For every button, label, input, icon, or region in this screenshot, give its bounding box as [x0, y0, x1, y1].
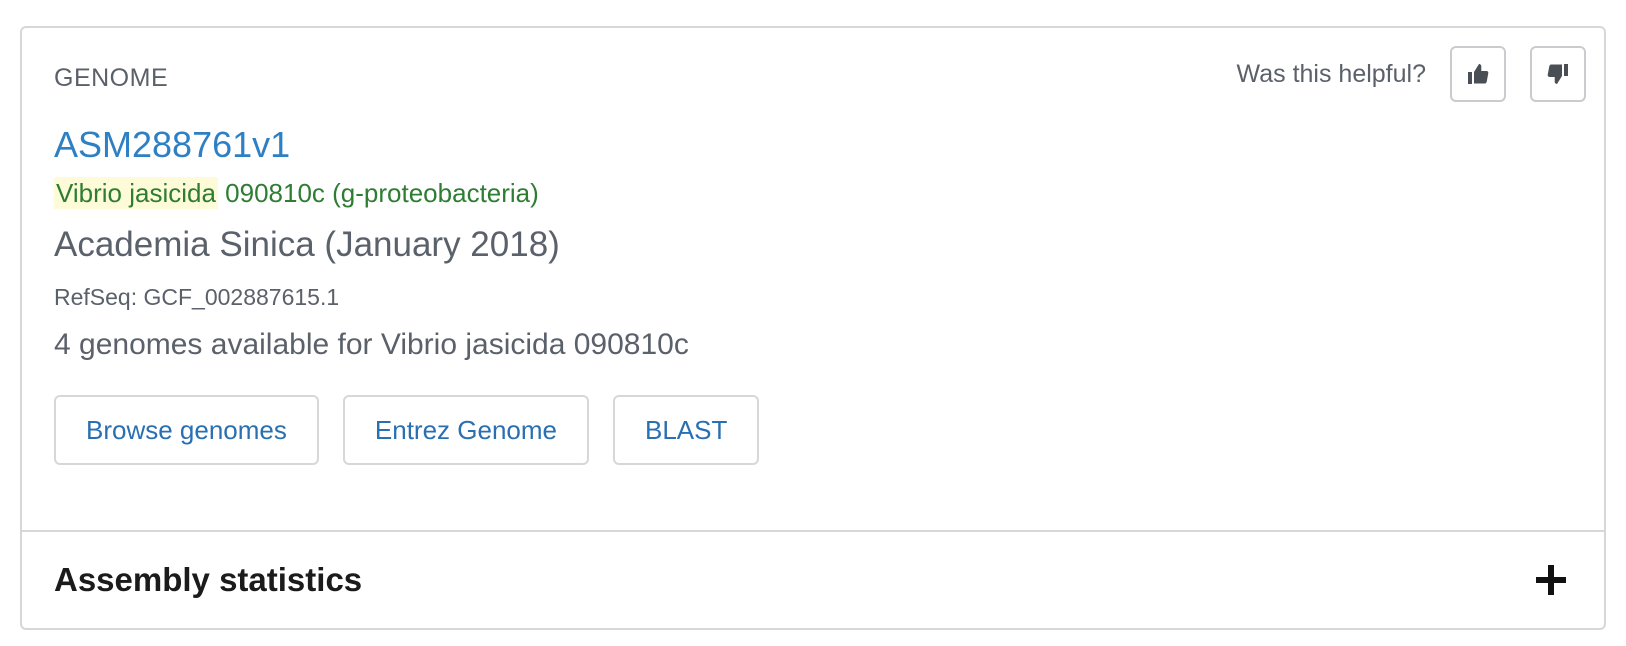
submitter-date: Academia Sinica (January 2018) — [54, 225, 560, 264]
genome-card: GENOME Was this helpful? ASM288761v1 Vib… — [20, 26, 1606, 630]
assembly-name-link[interactable]: ASM288761v1 — [54, 124, 290, 166]
feedback-question: Was this helpful? — [1236, 59, 1426, 88]
thumbs-up-icon — [1468, 64, 1489, 84]
assembly-statistics-toggle[interactable]: Assembly statistics — [22, 532, 1604, 628]
organism-highlight: Vibrio jasicida — [54, 177, 218, 209]
action-buttons: Browse genomes Entrez Genome BLAST — [54, 395, 760, 465]
thumbs-down-icon — [1547, 64, 1568, 84]
genome-summary: GENOME Was this helpful? ASM288761v1 Vib… — [22, 28, 1604, 532]
section-label: GENOME — [54, 64, 169, 92]
assembly-statistics-title: Assembly statistics — [54, 561, 363, 598]
genomes-available: 4 genomes available for Vibrio jasicida … — [54, 328, 689, 361]
thumbs-up-button[interactable] — [1450, 46, 1506, 102]
plus-icon[interactable] — [1536, 565, 1566, 595]
entrez-genome-button[interactable]: Entrez Genome — [342, 395, 589, 465]
thumbs-down-button[interactable] — [1530, 46, 1586, 102]
blast-button[interactable]: BLAST — [612, 395, 760, 465]
feedback-group: Was this helpful? — [1237, 46, 1586, 102]
organism-line: Vibrio jasicida 090810c (g-proteobacteri… — [54, 177, 539, 209]
organism-rest: 090810c (g-proteobacteria) — [217, 178, 539, 208]
browse-genomes-button[interactable]: Browse genomes — [54, 395, 319, 465]
refseq-accession: RefSeq: GCF_002887615.1 — [54, 284, 340, 310]
